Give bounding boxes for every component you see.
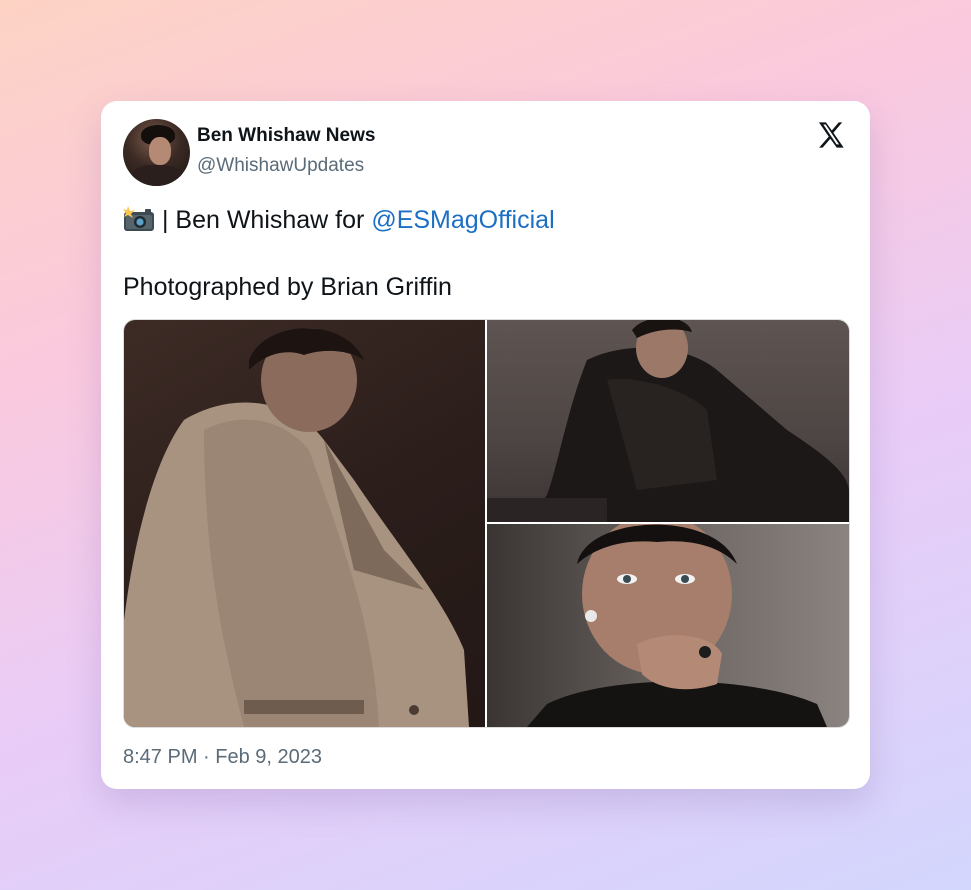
tweet-text-prefix: | Ben Whishaw for [161,206,372,234]
tweet-text: | Ben Whishaw for @ESMagOfficial Photogr… [123,203,843,304]
photo-closeup-hand[interactable] [487,524,849,727]
author-name[interactable]: Ben Whishaw News [197,125,375,147]
photo-trench-coat[interactable] [124,320,485,727]
tweet-card: Ben Whishaw News @WhishawUpdates | Ben W… [101,101,870,789]
tweet-timestamp[interactable]: 8:47 PM · Feb 9, 2023 [123,746,322,769]
x-logo-icon[interactable] [815,119,847,151]
author-handle[interactable]: @WhishawUpdates [197,155,364,177]
avatar[interactable] [123,119,190,186]
photo-leather-coat[interactable] [487,320,849,522]
camera-with-flash-icon [123,206,155,232]
mention-link[interactable]: @ESMagOfficial [371,206,554,234]
media-grid [123,319,850,728]
tweet-text-line2: Photographed by Brian Griffin [123,273,452,301]
